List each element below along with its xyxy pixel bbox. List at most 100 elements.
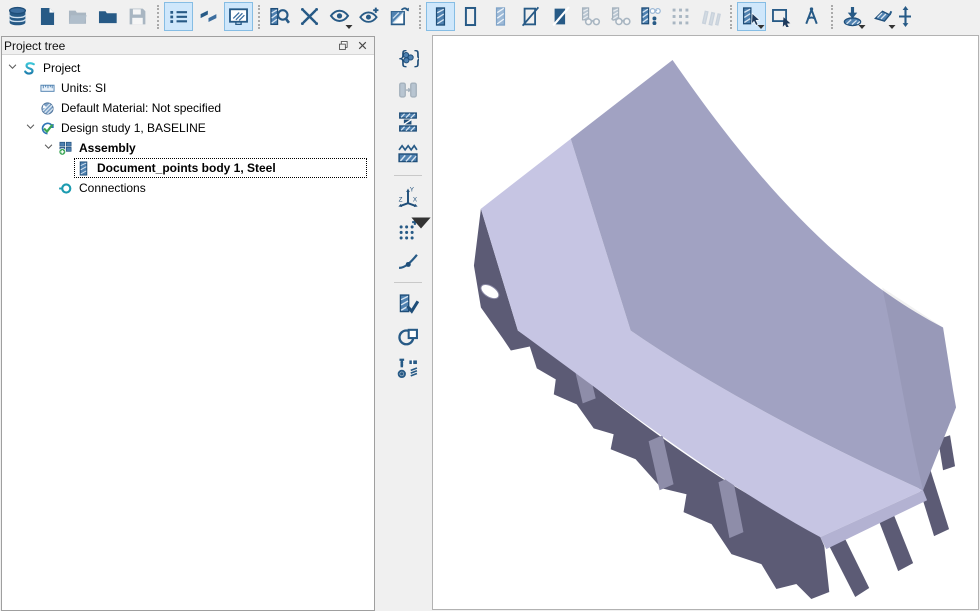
- toolbar-group-panels: [164, 2, 253, 31]
- connect-part-pair-button: [393, 76, 423, 104]
- rect-outline-icon: [460, 6, 481, 27]
- tree-expander[interactable]: [23, 120, 38, 136]
- move-part-button[interactable]: [898, 2, 912, 31]
- tree-item-label: Units: SI: [61, 81, 106, 95]
- dropdown-caret-icon: [757, 24, 765, 30]
- body-hatched-icon: [75, 160, 92, 176]
- automatic-connections-button[interactable]: {}: [393, 44, 423, 72]
- mask-other-parts-button[interactable]: [636, 2, 665, 31]
- model-canvas: [433, 36, 978, 609]
- box-select-button[interactable]: [767, 2, 796, 31]
- delete-entity-button[interactable]: [295, 2, 324, 31]
- bar-check-icon: [397, 293, 419, 315]
- tree-item-body[interactable]: Default Material: Not specified: [38, 98, 367, 118]
- hide-part-button[interactable]: [516, 2, 545, 31]
- tree-item-body[interactable]: Design study 1, BASELINE: [38, 118, 367, 138]
- project-tree-title: Project tree: [4, 39, 65, 53]
- flags-icon: [198, 6, 219, 27]
- move-icon: [898, 6, 912, 27]
- find-part-button[interactable]: [265, 2, 294, 31]
- toolbar-group-display-modes: [426, 2, 725, 31]
- tree-item-label: Assembly: [79, 141, 136, 155]
- hide-part-filled-button[interactable]: [546, 2, 575, 31]
- tree-item-label: Connections: [79, 181, 146, 195]
- braces-dots-icon: {}: [397, 47, 419, 69]
- tree-item-design-study-1-baseline[interactable]: Design study 1, BASELINE: [2, 118, 374, 138]
- tree-expander[interactable]: [5, 60, 20, 76]
- model-fin: [878, 513, 913, 571]
- coordinate-system-button[interactable]: YXZ: [393, 183, 423, 211]
- compass-icon: [801, 6, 822, 27]
- spot-weld-icon: [397, 143, 419, 165]
- tree-item-units-si[interactable]: Units: SI: [2, 78, 374, 98]
- material-sphere-icon: [39, 100, 56, 116]
- replace-part-button[interactable]: [393, 322, 423, 350]
- mask-icon: [580, 6, 601, 27]
- project-tree-toggle-button[interactable]: [164, 2, 193, 31]
- open-database-button[interactable]: [3, 2, 32, 31]
- visibility-options-button[interactable]: [325, 2, 354, 31]
- svg-text:X: X: [413, 196, 418, 203]
- new-project-button[interactable]: [33, 2, 62, 31]
- show-part-button[interactable]: [426, 2, 455, 31]
- select-parts-button[interactable]: [737, 2, 766, 31]
- tree-item-project[interactable]: Project: [2, 58, 374, 78]
- rect-slash-filled-icon: [550, 6, 571, 27]
- paint-faces-button[interactable]: [868, 2, 897, 31]
- eye-plus-icon: [359, 6, 380, 27]
- show-transparent-button[interactable]: [486, 2, 515, 31]
- save-icon: [127, 6, 148, 27]
- folder-open-icon: [67, 6, 88, 27]
- float-panel-button[interactable]: [334, 38, 353, 53]
- measure-button[interactable]: [797, 2, 826, 31]
- section-view-button[interactable]: [385, 2, 414, 31]
- tree-item-selected-box[interactable]: Document_points body 1, Steel: [74, 158, 367, 178]
- show-additional-button[interactable]: [355, 2, 384, 31]
- tree-item-body[interactable]: Project: [20, 58, 367, 78]
- show-all-parts-button: [696, 2, 725, 31]
- fasteners-icon: [397, 357, 419, 379]
- unmask-part-button: [606, 2, 635, 31]
- database-icon: [7, 6, 28, 27]
- application-window: { "app": { "background": "#f0f0f0", "act…: [0, 0, 980, 611]
- tree-item-body[interactable]: Assembly: [56, 138, 367, 158]
- tree-item-document-points-body-1-steel[interactable]: Document_points body 1, Steel: [2, 158, 374, 178]
- toolbar-separator: [831, 5, 833, 29]
- virtual-fasteners-button[interactable]: [393, 354, 423, 382]
- tree-item-body[interactable]: Units: SI: [38, 78, 367, 98]
- toolbar-group-selection: [737, 2, 826, 31]
- section-icon: [389, 6, 410, 27]
- spot-weld-button[interactable]: [393, 140, 423, 168]
- model-fin: [828, 539, 869, 597]
- project-tree-titlebar: Project tree: [2, 37, 374, 55]
- import-loads-button[interactable]: [838, 2, 867, 31]
- tree-item-connections[interactable]: Connections: [2, 178, 374, 198]
- close-panel-button[interactable]: [353, 38, 372, 53]
- delete-cross-icon: [299, 6, 320, 27]
- svg-text:Z: Z: [399, 196, 403, 203]
- simsolid-logo-icon: [21, 60, 38, 76]
- review-connections-button[interactable]: [393, 290, 423, 318]
- project-tree-panel: Project tree Project Units: SI Default Mat…: [1, 36, 375, 611]
- viewport-toggle-button[interactable]: [224, 2, 253, 31]
- tree-item-assembly[interactable]: Assembly: [2, 138, 374, 158]
- dropdown-caret-icon: [410, 212, 432, 234]
- tree-item-label: Design study 1, BASELINE: [61, 121, 206, 135]
- bonded-contact-button[interactable]: [393, 108, 423, 136]
- tree-item-default-material-not-specified[interactable]: Default Material: Not specified: [2, 98, 374, 118]
- tree-item-label: Project: [43, 61, 80, 75]
- grid-dots-icon: [670, 6, 691, 27]
- import-cad-button[interactable]: [93, 2, 122, 31]
- tree-item-body[interactable]: Connections: [56, 178, 367, 198]
- viewport-3d[interactable]: [432, 35, 979, 610]
- show-outline-button[interactable]: [456, 2, 485, 31]
- tree-expander[interactable]: [41, 140, 56, 156]
- seam-curve-icon: [397, 250, 419, 272]
- tree-item-label: Default Material: Not specified: [61, 101, 221, 115]
- bar-hatched-icon: [430, 6, 451, 27]
- pick-points-button[interactable]: [393, 215, 423, 243]
- folder-icon: [97, 6, 118, 27]
- bookmarks-toggle-button[interactable]: [194, 2, 223, 31]
- seam-weld-button[interactable]: [393, 247, 423, 275]
- ruler-icon: [39, 80, 56, 96]
